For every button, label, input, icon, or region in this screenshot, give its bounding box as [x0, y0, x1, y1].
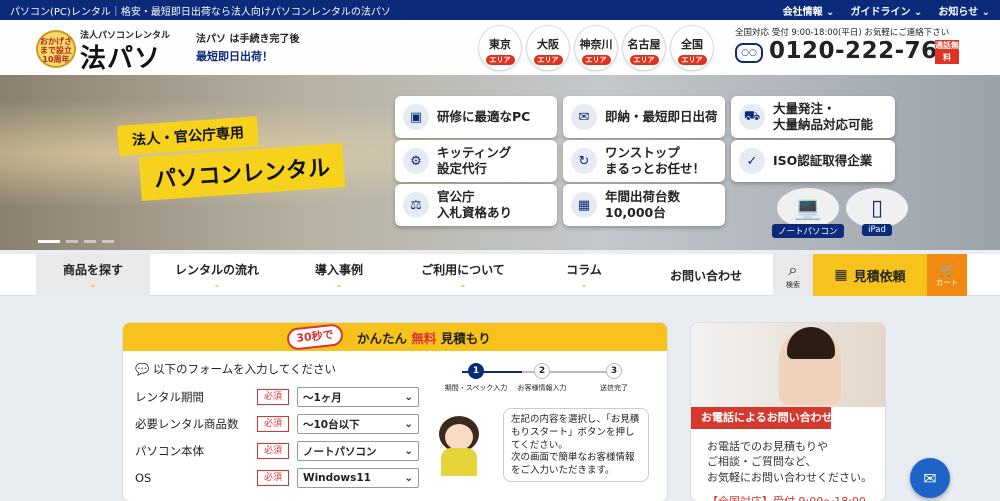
phone-inquiry-hours: 【全国対応】受付 9:00〜18:00 — [707, 493, 866, 501]
step-3: 3 送信完了 — [576, 363, 652, 393]
area-links: 東京 エリア 大阪 エリア 神奈川 エリア 名古屋 エリア 全国 エリア — [478, 25, 714, 71]
feature-one-stop: ↻ ワンストップ まるっとお任せ！ — [563, 140, 725, 182]
operator-photo — [691, 323, 885, 407]
nav-rental-flow[interactable]: レンタルの流れ ⌄ — [160, 254, 274, 296]
phone-inquiry-ribbon: お電話によるお問い合わせ — [691, 407, 833, 429]
nav-column[interactable]: コラム ⌄ — [532, 254, 636, 296]
kitting-icon: ⚙ — [403, 148, 429, 174]
cart-button[interactable]: 🛒 カート — [927, 254, 967, 296]
nav-contact[interactable]: お問い合わせ — [646, 254, 766, 296]
area-nagoya[interactable]: 名古屋 エリア — [622, 25, 666, 71]
carousel-dot-4[interactable] — [102, 240, 114, 243]
chevron-down-icon: ⌄ — [404, 472, 413, 484]
box-icon: ▦ — [571, 192, 597, 218]
form-intro: 💬 以下のフォームを入力してください — [135, 362, 336, 376]
feature-training: ▣ 研修に最適なPC — [395, 96, 557, 138]
chat-bubble-icon: 💬 — [135, 362, 150, 376]
calculator-icon: ▦ — [834, 267, 848, 283]
area-osaka[interactable]: 大阪 エリア — [526, 25, 570, 71]
form-steps: 1 期間・スペック入力 2 お客様情報入力 3 送信完了 — [438, 363, 660, 397]
truck-icon: ⛟ — [739, 104, 765, 130]
quote-request-button[interactable]: ▦ 見積依頼 — [813, 254, 927, 296]
required-badge: 必須 — [257, 443, 289, 459]
carousel-dot-3[interactable] — [84, 240, 96, 243]
required-badge: 必須 — [257, 389, 289, 405]
mail-icon: ✉ — [923, 468, 937, 488]
chevron-down-icon: ⌄ — [580, 280, 588, 289]
laptop-icon: 💻 — [776, 188, 839, 228]
phone-contact[interactable]: 全国対応 受付 9:00-18:00(平日) お気軽にご連絡下さい ○○ 012… — [735, 26, 975, 64]
nav-find-products[interactable]: 商品を探す ⌄ — [36, 254, 150, 296]
quantity-select[interactable]: 〜10台以下 ⌄ — [297, 414, 419, 434]
training-icon: ▣ — [403, 104, 429, 130]
nav-case-studies[interactable]: 導入事例 ⌄ — [284, 254, 394, 296]
phone-inquiry-text: お電話でのお見積もりや ご相談・ご質問など、 お気軽にお問い合わせください。 — [707, 440, 872, 484]
gavel-icon: ⚖ — [403, 192, 429, 218]
device-ipad[interactable]: ▯ iPad — [846, 188, 908, 236]
chevron-down-icon: ⌄ — [404, 445, 413, 457]
top-bar: パソコン(PC)レンタル｜格安・最短即日出荷なら法人向けパソコンレンタルの法パソ… — [0, 0, 1000, 20]
cart-icon: 🛒 — [939, 262, 955, 277]
area-tokyo[interactable]: 東京 エリア — [478, 25, 522, 71]
feature-delivery: ✉ 即納・最短即日出荷 — [563, 96, 725, 138]
chevron-down-icon: ⌄ — [213, 280, 221, 289]
carousel-dot-2[interactable] — [66, 240, 78, 243]
area-kanagawa[interactable]: 神奈川 エリア — [574, 25, 618, 71]
main-nav: 商品を探す ⌄ レンタルの流れ ⌄ 導入事例 ⌄ ご利用について ⌄ コラム ⌄ お問い合… — [0, 254, 1000, 296]
required-badge: 必須 — [257, 416, 289, 432]
feature-annual-shipments: ▦ 年間出荷台数 10,000台 — [563, 184, 725, 226]
delivery-icon: ✉ — [571, 104, 597, 130]
chat-button[interactable]: ✉ — [910, 458, 950, 498]
iso-icon: ✓ — [739, 148, 765, 174]
chevron-down-icon: ⌄ — [459, 280, 467, 289]
chevron-down-icon: ⌄ — [335, 280, 343, 289]
quote-form-header: 30秒で かんたん 無料 見積もり — [123, 323, 667, 351]
top-nav-company[interactable]: 会社情報 ⌄ — [783, 3, 835, 18]
site-tagline: パソコン(PC)レンタル｜格安・最短即日出荷なら法人向けパソコンレンタルの法パソ — [10, 6, 391, 18]
shipping-promo: 法パソ は手続き完了後 最短即日出荷！ — [196, 30, 300, 64]
feature-kitting: ⚙ キッティング 設定代行 — [395, 140, 557, 182]
feature-bulk-order: ⛟ 大量発注・ 大量納品対応可能 — [731, 96, 895, 138]
guide-speech-bubble: 左記の内容を選択し、「お見積もりスタート」ボタンを押してください。 次の画面で簡… — [503, 408, 649, 482]
top-nav-guidelines[interactable]: ガイドライン ⌄ — [850, 3, 922, 18]
site-header: おかげさまで設立10周年 法人パソコンレンタル 法パソ 法パソ は手続き完了後 … — [0, 20, 1000, 75]
feature-iso: ✓ ISO認証取得企業 — [731, 140, 895, 182]
carousel-dot-1[interactable] — [38, 240, 60, 243]
free-call-badge: 通話無料 — [935, 40, 959, 64]
os-select[interactable]: Windows11 ⌄ — [297, 468, 419, 488]
tablet-icon: ▯ — [846, 188, 908, 228]
guide-character — [433, 414, 495, 476]
rental-period-select[interactable]: 〜1ヶ月 ⌄ — [297, 387, 419, 407]
logo-title: 法パソ — [80, 44, 162, 74]
search-icon: ⌕ — [788, 260, 798, 279]
phone-hours: 全国対応 受付 9:00-18:00(平日) お気軽にご連絡下さい — [735, 28, 950, 38]
phone-number[interactable]: 0120-222-762 — [769, 38, 954, 64]
phone-inquiry-card: お電話によるお問い合わせ お電話でのお見積もりや ご相談・ご質問など、 お気軽に… — [690, 322, 886, 501]
nav-about-usage[interactable]: ご利用について ⌄ — [404, 254, 522, 296]
chevron-down-icon: ⌄ — [404, 418, 413, 430]
device-laptop[interactable]: 💻 ノートパソコン — [772, 188, 844, 238]
chevron-down-icon: ⌄ — [89, 280, 97, 289]
required-badge: 必須 — [257, 470, 289, 486]
chevron-down-icon: ⌄ — [404, 391, 413, 403]
promo-line-1: 法パソ は手続き完了後 — [196, 34, 300, 45]
search-button[interactable]: ⌕ 検索 — [773, 254, 813, 296]
step-2: 2 お客様情報入力 — [504, 363, 580, 393]
carousel-dots — [38, 240, 114, 243]
step-1: 1 期間・スペック入力 — [438, 363, 514, 393]
top-nav-news[interactable]: お知らせ ⌄ — [938, 3, 990, 18]
top-nav: 会社情報 ⌄ ガイドライン ⌄ お知らせ ⌄ — [783, 3, 990, 18]
freedial-icon: ○○ — [735, 43, 763, 63]
feature-government: ⚖ 官公庁 入札資格あり — [395, 184, 557, 226]
onestop-icon: ↻ — [571, 148, 597, 174]
site-logo[interactable]: おかげさまで設立10周年 法人パソコンレンタル 法パソ — [36, 26, 170, 74]
promo-line-2: 最短即日出荷！ — [196, 50, 273, 63]
pc-type-select[interactable]: ノートパソコン ⌄ — [297, 441, 419, 461]
area-nationwide[interactable]: 全国 エリア — [670, 25, 714, 71]
thirty-seconds-badge: 30秒で — [286, 323, 344, 351]
anniversary-badge: おかげさまで設立10周年 — [36, 30, 76, 68]
